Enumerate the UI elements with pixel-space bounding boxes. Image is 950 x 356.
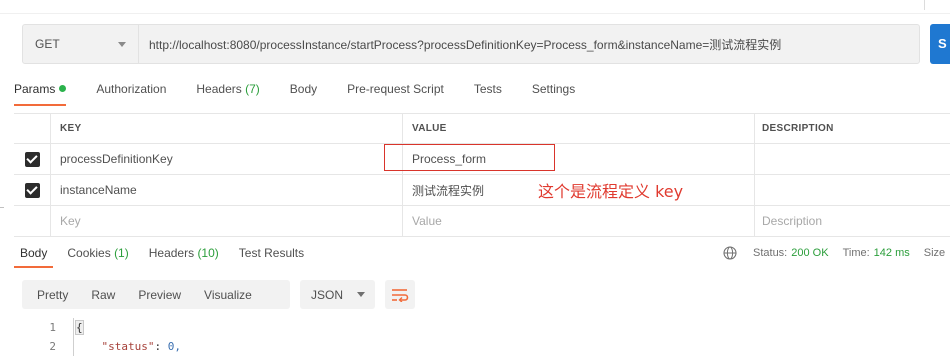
- code-text: {: [75, 318, 84, 337]
- time-label: Time:: [842, 247, 870, 259]
- tab-pre-request-script[interactable]: Pre-request Script: [347, 76, 444, 106]
- code-text: "status": 0,: [101, 340, 181, 353]
- tab-label: Cookies: [67, 246, 111, 260]
- param-empty-row: Key Value Description: [14, 206, 950, 237]
- json-value: 0,: [167, 340, 181, 353]
- top-divider: [924, 0, 925, 10]
- format-label: JSON: [311, 287, 344, 302]
- send-button[interactable]: S: [930, 24, 950, 64]
- header-description: DESCRIPTION: [762, 123, 834, 134]
- param-row: instanceName 测试流程实例: [14, 175, 950, 206]
- tab-response-headers[interactable]: Headers (10): [143, 240, 225, 268]
- code-line: 2 "status": 0,: [0, 337, 950, 356]
- response-status-bar: Status: 200 OK Time: 142 ms Size: [723, 246, 945, 260]
- tab-label: Tests: [473, 82, 502, 96]
- status-value: 200 OK: [791, 247, 829, 259]
- status-label: Status:: [753, 247, 788, 259]
- new-key-input[interactable]: Key: [51, 206, 403, 236]
- code-line: 1 {: [0, 318, 950, 337]
- tab-count: (10): [197, 246, 219, 260]
- checkbox-checked-icon[interactable]: [24, 151, 40, 167]
- format-select[interactable]: JSON: [300, 280, 375, 309]
- params-table: KEY VALUE DESCRIPTION processDefinitionK…: [14, 113, 950, 237]
- param-key-input[interactable]: processDefinitionKey: [51, 144, 403, 174]
- param-checkbox-cell: [14, 206, 51, 236]
- tab-label: Params: [14, 82, 56, 96]
- tab-label: Headers: [196, 82, 242, 96]
- request-tabs: Params Authorization Headers (7) Body Pr…: [14, 76, 605, 106]
- view-raw-button[interactable]: Raw: [76, 288, 115, 302]
- json-key: "status": [101, 340, 155, 353]
- code-brace: {: [75, 320, 84, 335]
- tab-tests[interactable]: Tests: [474, 76, 502, 106]
- new-value-input[interactable]: Value: [403, 206, 755, 236]
- new-description-input[interactable]: Description: [755, 206, 950, 236]
- annotation-text: 这个是流程定义 key: [538, 182, 684, 201]
- header-key: KEY: [51, 114, 403, 143]
- view-pretty-button[interactable]: Pretty: [22, 288, 68, 302]
- tab-label: Pre-request Script: [347, 82, 444, 96]
- tab-response-cookies[interactable]: Cookies (1): [61, 240, 134, 268]
- tab-authorization[interactable]: Authorization: [96, 76, 166, 106]
- tab-label: Body: [289, 82, 318, 96]
- tab-params[interactable]: Params: [14, 76, 67, 106]
- annotation-highlight-box: [384, 144, 555, 171]
- line-number: 2: [49, 340, 56, 353]
- header-value: VALUE: [403, 114, 755, 143]
- top-strip: [0, 0, 950, 14]
- method-select[interactable]: GET: [23, 25, 139, 63]
- size-label: Size: [923, 247, 946, 259]
- tab-body[interactable]: Body: [290, 76, 317, 106]
- response-code-editor[interactable]: 1 { 2 "status": 0,: [0, 318, 950, 356]
- tab-count: (7): [245, 82, 260, 96]
- param-key-input[interactable]: instanceName: [51, 175, 403, 205]
- checkbox-checked-icon[interactable]: [24, 182, 40, 198]
- param-description-input[interactable]: [755, 144, 950, 174]
- tab-count: (1): [114, 246, 129, 260]
- tab-label: Authorization: [96, 82, 167, 96]
- view-preview-button[interactable]: Preview: [123, 288, 181, 302]
- request-url-bar: GET http://localhost:8080/processInstanc…: [22, 24, 920, 64]
- line-number: 1: [49, 321, 56, 334]
- tab-label: Test Results: [238, 246, 305, 260]
- globe-icon[interactable]: [723, 246, 737, 260]
- tab-label: Settings: [531, 82, 576, 96]
- chevron-down-icon: [357, 292, 366, 297]
- tab-settings[interactable]: Settings: [532, 76, 575, 106]
- param-checkbox-cell[interactable]: [14, 175, 51, 205]
- view-mode-group: Pretty Raw Preview Visualize: [22, 280, 290, 309]
- wrap-lines-button[interactable]: [385, 280, 415, 309]
- tab-label: Headers: [148, 246, 195, 260]
- tab-test-results[interactable]: Test Results: [233, 240, 310, 268]
- time-value[interactable]: 142 ms: [874, 247, 910, 259]
- params-header-row: KEY VALUE DESCRIPTION: [14, 114, 950, 144]
- method-label: GET: [35, 37, 60, 51]
- chevron-down-icon: [118, 41, 126, 47]
- header-check-cell: [14, 114, 51, 143]
- view-visualize-button[interactable]: Visualize: [189, 288, 252, 302]
- param-checkbox-cell[interactable]: [14, 144, 51, 174]
- param-description-input[interactable]: [755, 175, 950, 205]
- left-edge-divider: [0, 207, 4, 208]
- tab-response-body[interactable]: Body: [14, 240, 54, 268]
- wrap-lines-icon: [392, 288, 409, 302]
- tab-label: Body: [20, 246, 48, 260]
- url-input[interactable]: http://localhost:8080/processInstance/st…: [139, 36, 781, 53]
- params-active-dot-icon: [59, 85, 67, 92]
- tab-headers[interactable]: Headers (7): [196, 76, 259, 106]
